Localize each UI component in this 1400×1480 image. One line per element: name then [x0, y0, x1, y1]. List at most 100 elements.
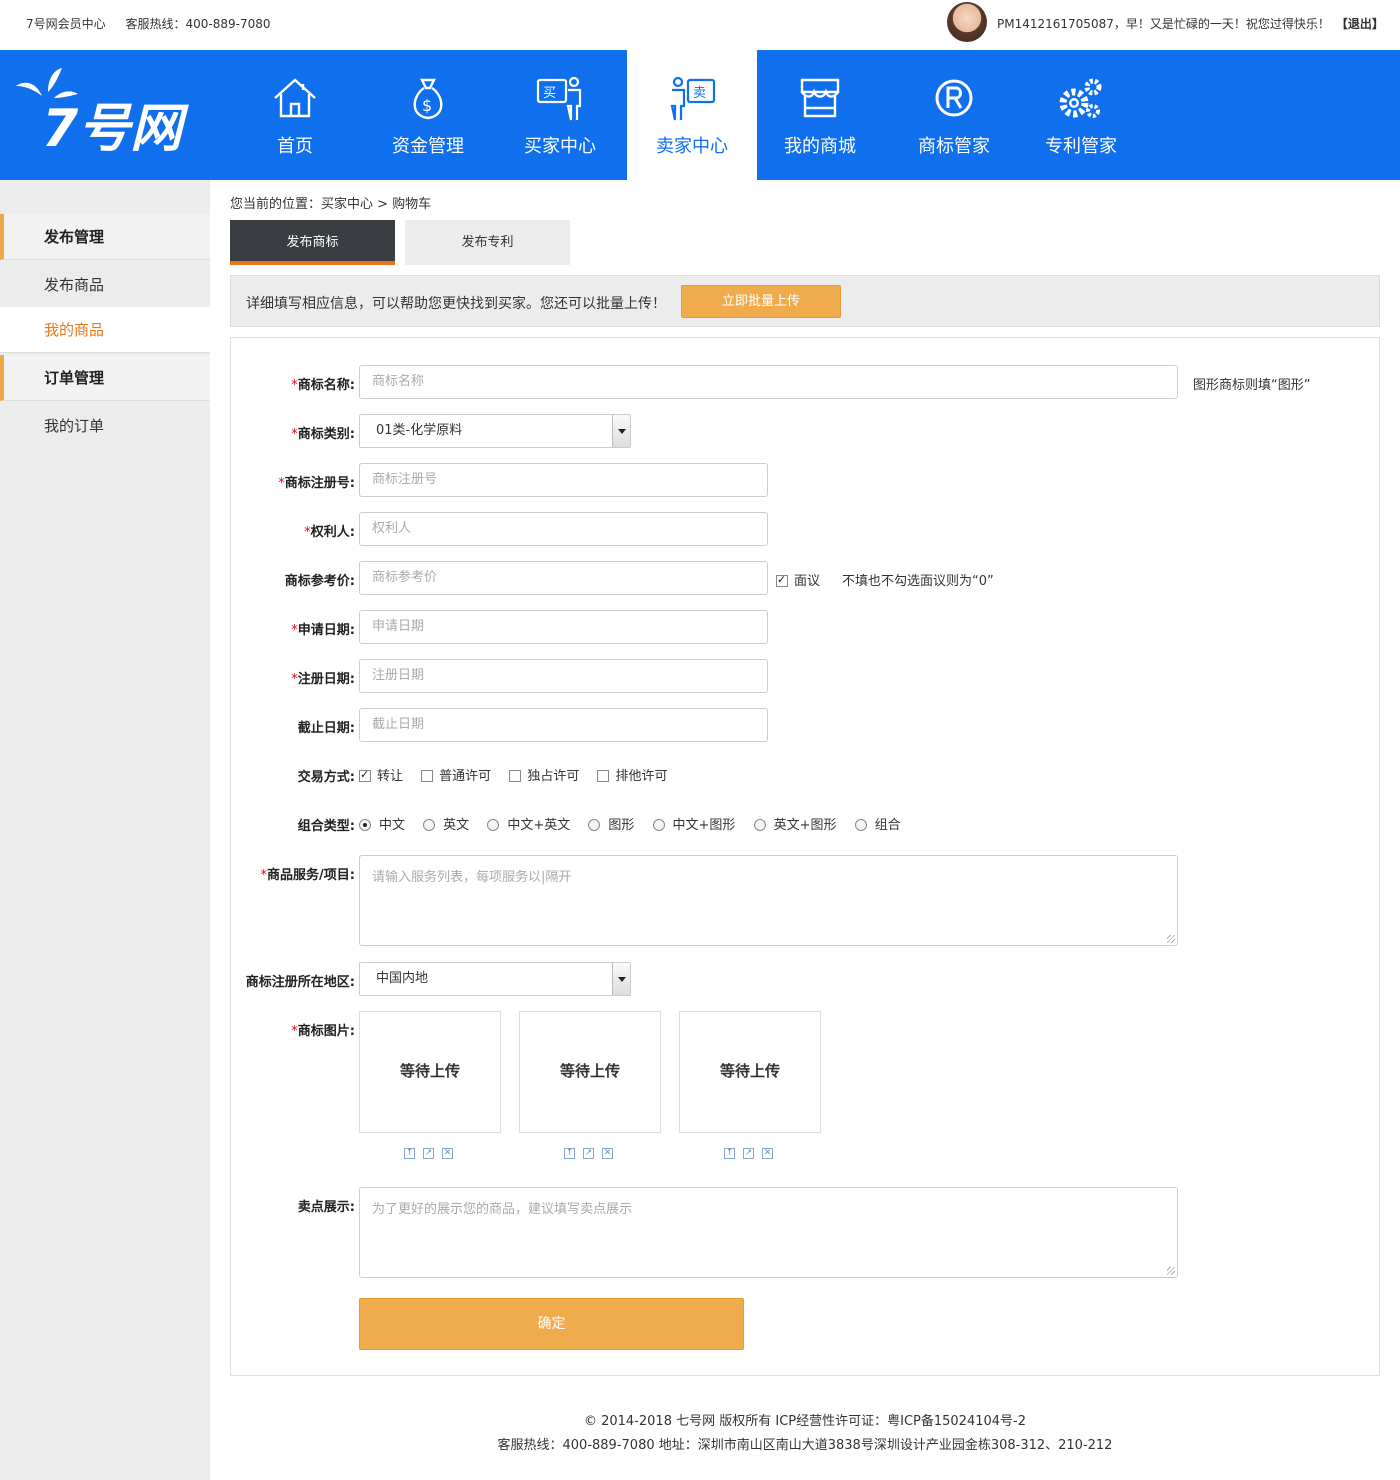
expand-icon[interactable]: ↗	[743, 1148, 754, 1159]
footer: © 2014-2018 七号网 版权所有 ICP经营性许可证：粤ICP备1502…	[210, 1410, 1400, 1458]
upload-icon[interactable]: ↑	[724, 1148, 735, 1159]
nav-label: 买家中心	[524, 136, 596, 157]
combo-option-graphic[interactable]: 图形	[588, 818, 634, 833]
price-input[interactable]: 商标参考价	[359, 561, 768, 595]
seller-icon: 卖	[670, 76, 716, 121]
trade-options: 转让 普通许可 独占许可 排他许可	[359, 765, 681, 784]
trademark-name-input[interactable]: 商标名称	[359, 365, 1178, 399]
svg-text:卖: 卖	[693, 86, 706, 101]
sidebar-item-publish-goods[interactable]: 发布商品	[0, 262, 210, 308]
avatar[interactable]	[947, 2, 987, 42]
top-bar: 7号网会员中心 客服热线：400-889-7080 PM141216170508…	[0, 0, 1400, 50]
enddate-label: 截止日期:	[297, 721, 355, 736]
trade-option-sole[interactable]: 排他许可	[597, 769, 667, 784]
service-label: *商品服务/项目:	[260, 868, 355, 883]
tab-publish-trademark[interactable]: 发布商标	[230, 220, 395, 265]
checkbox-icon[interactable]	[776, 573, 788, 587]
chevron-down-icon	[612, 963, 630, 995]
upload-controls-2: ↑ ↗ ✕	[564, 1148, 621, 1159]
delete-icon[interactable]: ✕	[602, 1148, 613, 1159]
svg-text:7号网: 7号网	[42, 99, 189, 158]
money-bag-icon: $	[413, 78, 443, 120]
submit-button[interactable]: 确定	[359, 1298, 744, 1350]
combo-option-combined[interactable]: 组合	[854, 818, 901, 833]
expand-icon[interactable]: ↗	[583, 1148, 594, 1159]
notice-text: 详细填写相应信息，可以帮助您更快找到买家。您还可以批量上传！	[246, 296, 666, 312]
expand-icon[interactable]: ↗	[423, 1148, 434, 1159]
resize-grip-icon[interactable]	[1167, 935, 1175, 943]
sidebar-item-my-goods[interactable]: 我的商品	[0, 307, 210, 353]
category-label: *商标类别:	[291, 427, 355, 442]
negotiable-checkbox[interactable]: 面议	[776, 570, 820, 589]
store-icon	[800, 78, 840, 118]
image-upload-slot-1[interactable]: 等待上传	[359, 1011, 501, 1133]
end-date-input[interactable]: 截止日期	[359, 708, 768, 742]
price-hint: 不填也不勾选面议则为“0”	[842, 574, 994, 589]
region-select[interactable]: 中国内地	[359, 962, 631, 996]
combo-option-chinese[interactable]: 中文	[359, 818, 405, 833]
regno-label: *商标注册号:	[278, 476, 355, 491]
image-label: *商标图片:	[291, 1024, 355, 1039]
chevron-down-icon	[612, 415, 630, 447]
combo-option-cn-en[interactable]: 中文+英文	[487, 818, 570, 833]
reg-number-input[interactable]: 商标注册号	[359, 463, 768, 497]
nav-trademark[interactable]: 商标管家	[888, 50, 1020, 180]
site-name: 7号网会员中心	[26, 17, 106, 31]
nav-label: 商标管家	[918, 136, 990, 157]
reg-date-input[interactable]: 注册日期	[359, 659, 768, 693]
nav-funds[interactable]: $ 资金管理	[362, 50, 494, 180]
image-upload-slot-2[interactable]: 等待上传	[519, 1011, 661, 1133]
nav-store[interactable]: 我的商城	[757, 50, 883, 180]
combo-option-en-graphic[interactable]: 英文+图形	[753, 818, 836, 833]
upload-controls-3: ↑ ↗ ✕	[724, 1148, 781, 1159]
delete-icon[interactable]: ✕	[762, 1148, 773, 1159]
nav-label: 资金管理	[392, 136, 464, 157]
svg-text:买: 买	[543, 86, 556, 101]
resize-grip-icon[interactable]	[1167, 1267, 1175, 1275]
sidebar-group-publish[interactable]: 发布管理	[0, 214, 210, 260]
regdate-label: *注册日期:	[291, 672, 355, 687]
home-icon	[274, 78, 316, 118]
tab-publish-patent[interactable]: 发布专利	[405, 220, 570, 265]
nav-label: 卖家中心	[656, 136, 728, 157]
selling-points-textarea[interactable]: 为了更好的展示您的商品，建议填写卖点展示	[359, 1187, 1178, 1278]
name-hint: 图形商标则填“图形”	[1193, 378, 1311, 393]
hotline: 客服热线：400-889-7080	[125, 17, 271, 31]
contact-address: 客服热线：400-889-7080 地址：深圳市南山区南山大道3838号深圳设计…	[497, 1438, 1113, 1453]
owner-label: *权利人:	[304, 525, 355, 540]
trade-option-normal[interactable]: 普通许可	[421, 769, 491, 784]
service-textarea[interactable]: 请输入服务列表，每项服务以|隔开	[359, 855, 1178, 946]
svg-text:$: $	[422, 96, 432, 115]
upload-controls-1: ↑ ↗ ✕	[404, 1148, 461, 1159]
batch-upload-button[interactable]: 立即批量上传	[681, 285, 841, 318]
category-select[interactable]: 01类-化学原料	[359, 414, 631, 448]
nav-seller[interactable]: 卖 卖家中心	[627, 50, 757, 180]
trade-option-transfer[interactable]: 转让	[359, 768, 403, 784]
upload-icon[interactable]: ↑	[404, 1148, 415, 1159]
region-label: 商标注册所在地区:	[245, 975, 355, 990]
combo-options: 中文 英文 中文+英文 图形 中文+图形 英文+图形 组合	[359, 814, 915, 833]
combo-option-english[interactable]: 英文	[423, 818, 469, 833]
logout-link[interactable]: 【退出】	[1336, 17, 1384, 31]
gears-icon	[1059, 78, 1102, 118]
site-logo[interactable]: 7号网	[14, 68, 214, 158]
buyer-icon: 买	[536, 76, 582, 121]
main-header: 7号网 首页 $ 资金管理 买 买家中心 卖 卖家中心 我的商城 商标管家 专利…	[0, 50, 1400, 180]
trade-option-exclusive[interactable]: 独占许可	[509, 769, 579, 784]
nav-label: 首页	[277, 136, 313, 157]
nav-buyer[interactable]: 买 买家中心	[494, 50, 626, 180]
upload-icon[interactable]: ↑	[564, 1148, 575, 1159]
apply-date-input[interactable]: 申请日期	[359, 610, 768, 644]
nav-label: 专利管家	[1045, 136, 1117, 157]
trade-label: 交易方式:	[297, 770, 355, 785]
registered-icon	[935, 79, 973, 117]
nav-label: 我的商城	[784, 136, 856, 157]
greeting-text: PM1412161705087，早！又是忙碌的一天！祝您过得快乐！	[997, 17, 1330, 31]
delete-icon[interactable]: ✕	[442, 1148, 453, 1159]
nav-home[interactable]: 首页	[230, 50, 360, 180]
nav-patent[interactable]: 专利管家	[1016, 50, 1146, 180]
applydate-label: *申请日期:	[291, 623, 355, 638]
combo-option-cn-graphic[interactable]: 中文+图形	[652, 818, 735, 833]
owner-input[interactable]: 权利人	[359, 512, 768, 546]
image-upload-slot-3[interactable]: 等待上传	[679, 1011, 821, 1133]
